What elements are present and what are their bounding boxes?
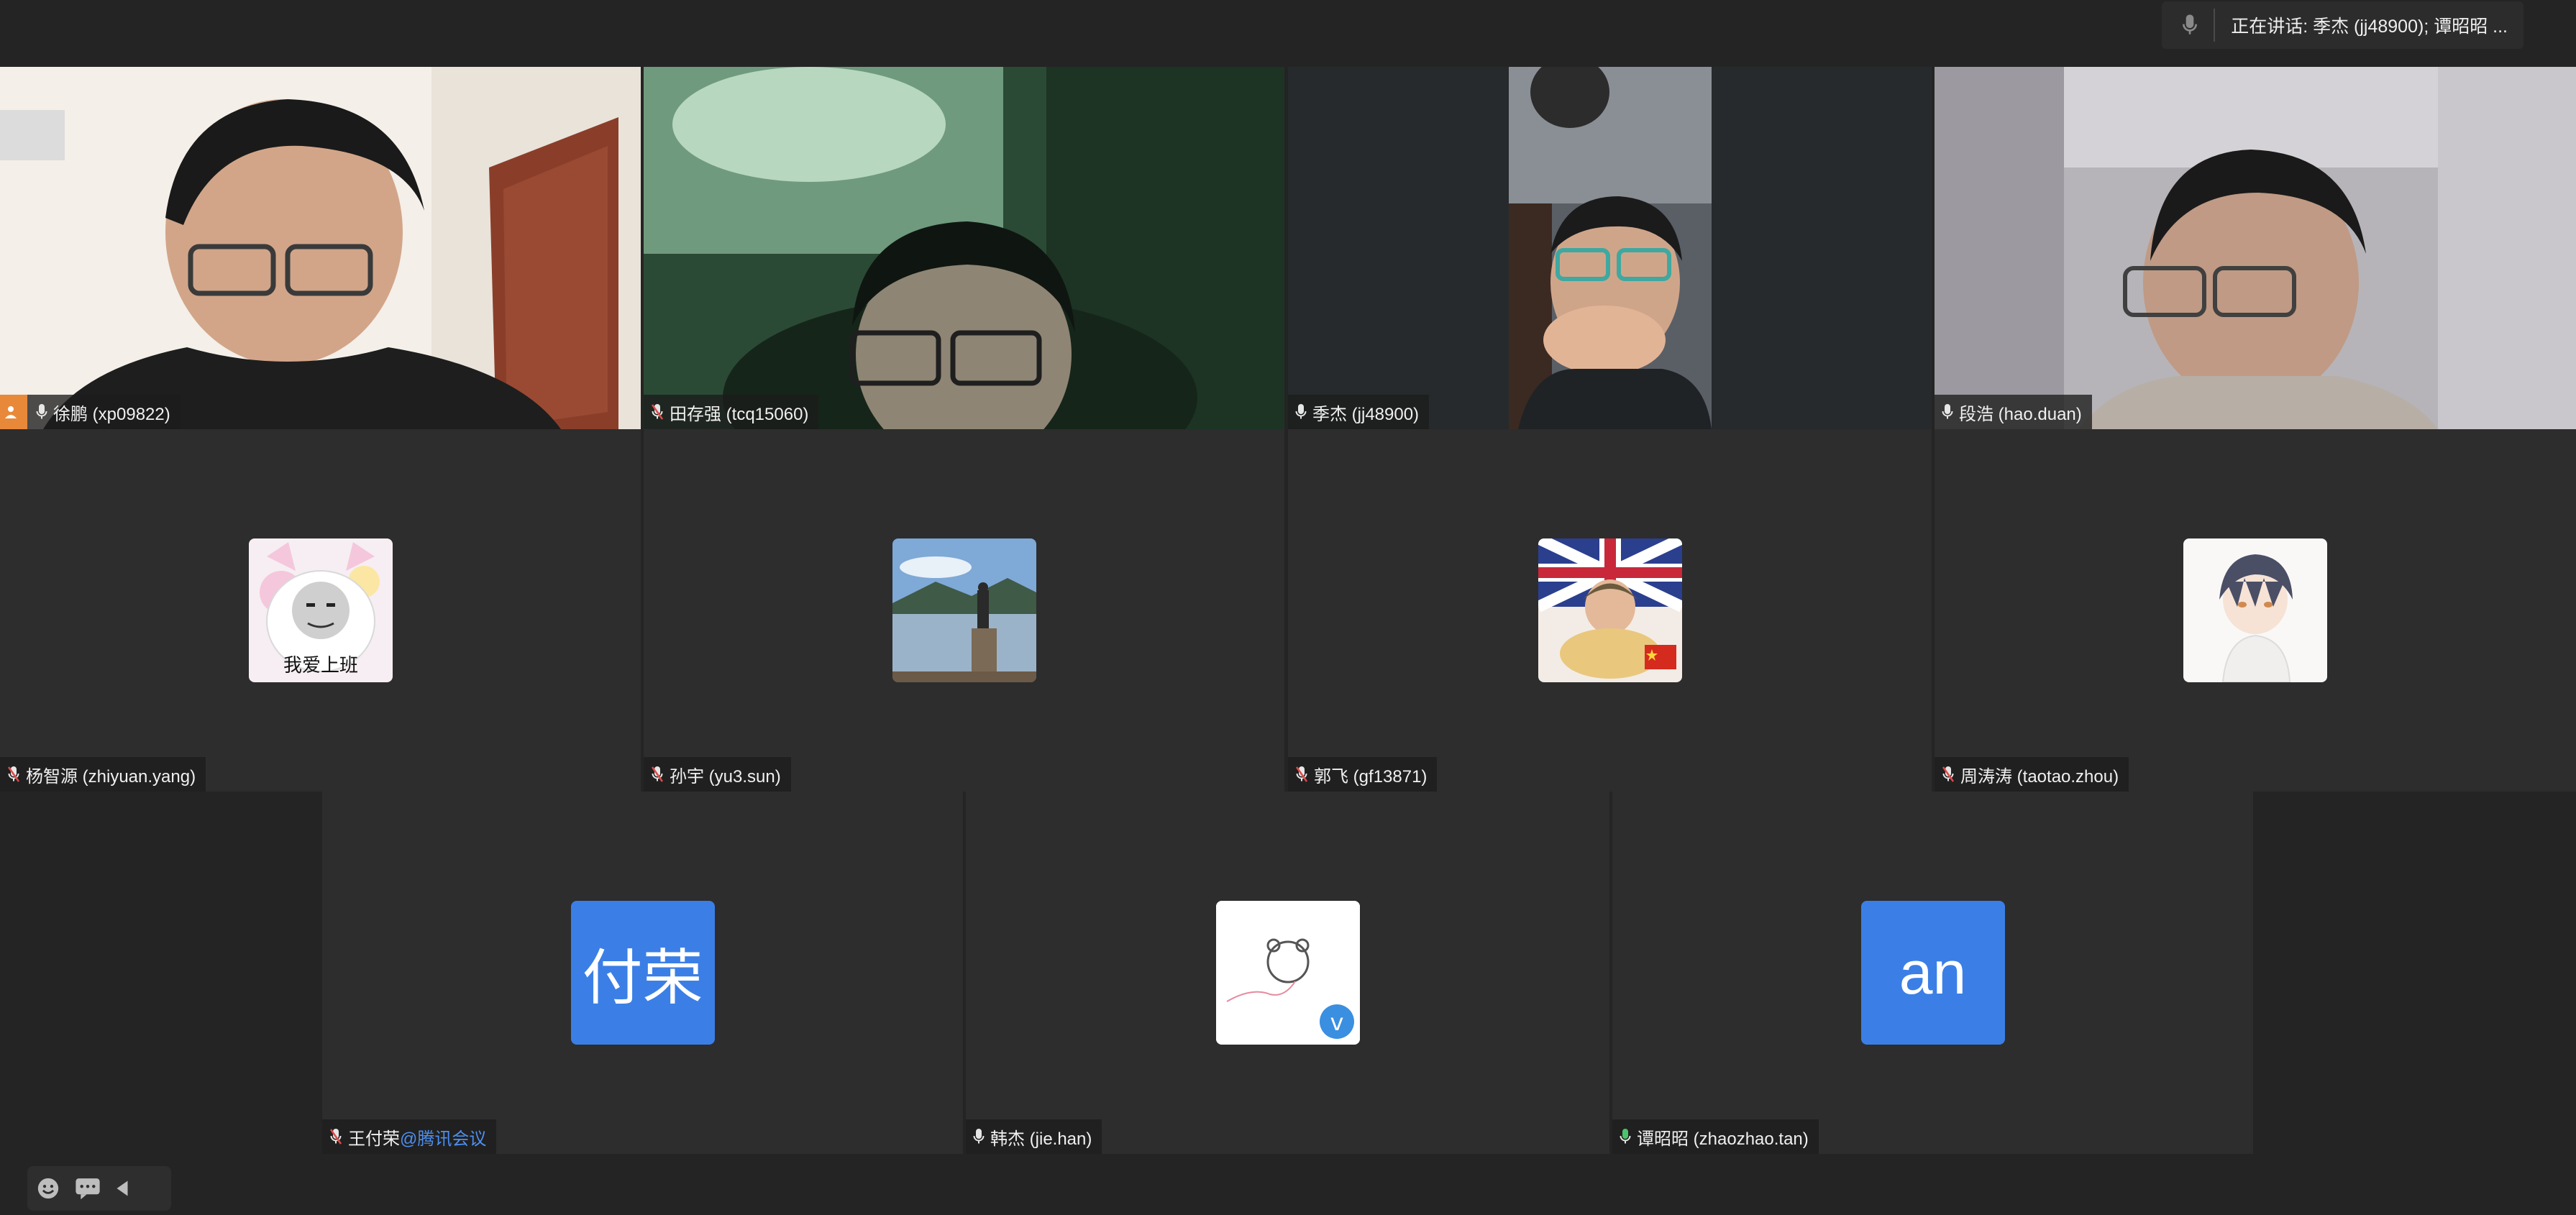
video-tile-duanhao[interactable]: 段浩 (hao.duan) <box>1935 67 2576 429</box>
video-tile-jijie[interactable]: 季杰 (jj48900) <box>1288 67 1932 429</box>
participant-tile-wangfurong[interactable]: 付荣 王付荣 @腾讯会议 <box>322 792 963 1154</box>
nametag: 王付荣 @腾讯会议 <box>322 1119 497 1154</box>
chat-icon[interactable] <box>75 1177 101 1200</box>
participant-name: 杨智源 (zhiyuan.yang) <box>26 766 196 787</box>
nametag: 郭飞 (gf13871) <box>1288 757 1438 792</box>
nametag: 韩杰 (jie.han) <box>966 1119 1102 1154</box>
nametag: 谭昭昭 (zhaozhao.tan) <box>1612 1119 1819 1154</box>
anime-avatar-image <box>2183 538 2327 682</box>
nametag: 段浩 (hao.duan) <box>1935 395 2092 429</box>
mic-muted-icon <box>1295 766 1308 782</box>
avatar: v <box>1215 901 1360 1045</box>
avatar: an <box>1860 901 2005 1045</box>
nametag: 周涛涛 (taotao.zhou) <box>1935 757 2129 792</box>
mic-icon <box>973 1129 985 1144</box>
avatar: 付荣 <box>570 901 715 1045</box>
participant-name: 谭昭昭 (zhaozhao.tan) <box>1637 1129 1809 1149</box>
participant-video-duanhao <box>1935 67 2576 429</box>
participant-name: 季杰 (jj48900) <box>1312 404 1420 424</box>
speaking-text: 正在讲话: 季杰 (jj48900); 谭昭昭 ... <box>2231 17 2508 37</box>
participant-tile-hanjie[interactable]: v 韩杰 (jie.han) <box>966 792 1609 1154</box>
mic-muted-icon <box>7 766 20 782</box>
top-bar: 正在讲话: 季杰 (jj48900); 谭昭昭 ... <box>0 0 2576 67</box>
participant-video-jijie <box>1288 67 1932 429</box>
mic-icon <box>36 404 47 419</box>
nametag: 杨智源 (zhiyuan.yang) <box>0 757 206 792</box>
avatar <box>1538 538 1682 682</box>
participant-tile-zhoutaotao[interactable]: 周涛涛 (taotao.zhou) <box>1935 429 2576 792</box>
emoji-icon[interactable] <box>36 1176 60 1201</box>
participant-name: 田存强 (tcq15060) <box>670 404 809 424</box>
mic-icon <box>1942 404 1953 419</box>
participant-name: 王付荣 <box>348 1129 400 1149</box>
participant-tile-sunyu[interactable]: 孙宇 (yu3.sun) <box>644 429 1284 792</box>
avatar-initials: an <box>1899 938 1967 1007</box>
participant-video-xupeng <box>0 67 641 429</box>
avatar: 我爱上班 <box>248 538 393 682</box>
nametag: 徐鹏 (xp09822) <box>0 395 181 429</box>
speaking-divider <box>2214 9 2216 42</box>
participant-tile-tanzhaozhao[interactable]: an 谭昭昭 (zhaozhao.tan) <box>1612 792 2253 1154</box>
participant-name: 郭飞 (gf13871) <box>1314 766 1428 787</box>
child-flag-avatar-image <box>1538 538 1682 682</box>
mic-muted-icon <box>329 1129 342 1145</box>
participant-video-tiancunqiang <box>644 67 1284 429</box>
mic-icon <box>2183 14 2198 35</box>
video-tile-tiancunqiang[interactable]: 田存强 (tcq15060) <box>644 67 1284 429</box>
nametag: 田存强 (tcq15060) <box>644 395 819 429</box>
participant-tile-guofei[interactable]: 郭飞 (gf13871) <box>1288 429 1932 792</box>
verified-v-icon: v <box>1330 1009 1343 1036</box>
avatar <box>892 538 1036 682</box>
nametag: 季杰 (jj48900) <box>1288 395 1430 429</box>
participant-org: @腾讯会议 <box>400 1129 487 1149</box>
collapse-arrow-icon[interactable] <box>115 1180 129 1197</box>
participant-tile-yangzhiyuan[interactable]: 我爱上班 杨智源 (zhiyuan.yang) <box>0 429 641 792</box>
sketch-avatar-image: v <box>1215 901 1360 1045</box>
participant-name: 段浩 (hao.duan) <box>1959 404 2082 424</box>
bottom-toolbar <box>27 1166 171 1211</box>
mic-muted-icon <box>1942 766 1955 782</box>
participant-name: 周涛涛 (taotao.zhou) <box>1960 766 2119 787</box>
avatar <box>2183 538 2327 682</box>
participant-name: 孙宇 (yu3.sun) <box>670 766 781 787</box>
participant-name: 韩杰 (jie.han) <box>990 1129 1092 1149</box>
mic-muted-icon <box>651 404 664 420</box>
mic-icon <box>1295 404 1307 419</box>
mic-speaking-icon <box>1620 1129 1631 1144</box>
mic-muted-icon <box>651 766 664 782</box>
participant-name: 徐鹏 (xp09822) <box>53 404 170 424</box>
host-icon <box>0 395 27 429</box>
meme-avatar-image: 我爱上班 <box>248 538 393 682</box>
landscape-avatar-image <box>892 538 1036 682</box>
video-tile-xupeng[interactable]: 徐鹏 (xp09822) <box>0 67 641 429</box>
avatar-initials: 付荣 <box>582 943 703 1012</box>
speaking-indicator[interactable]: 正在讲话: 季杰 (jj48900); 谭昭昭 ... <box>2162 1 2524 49</box>
avatar-caption: 我爱上班 <box>283 655 357 677</box>
nametag: 孙宇 (yu3.sun) <box>644 757 791 792</box>
